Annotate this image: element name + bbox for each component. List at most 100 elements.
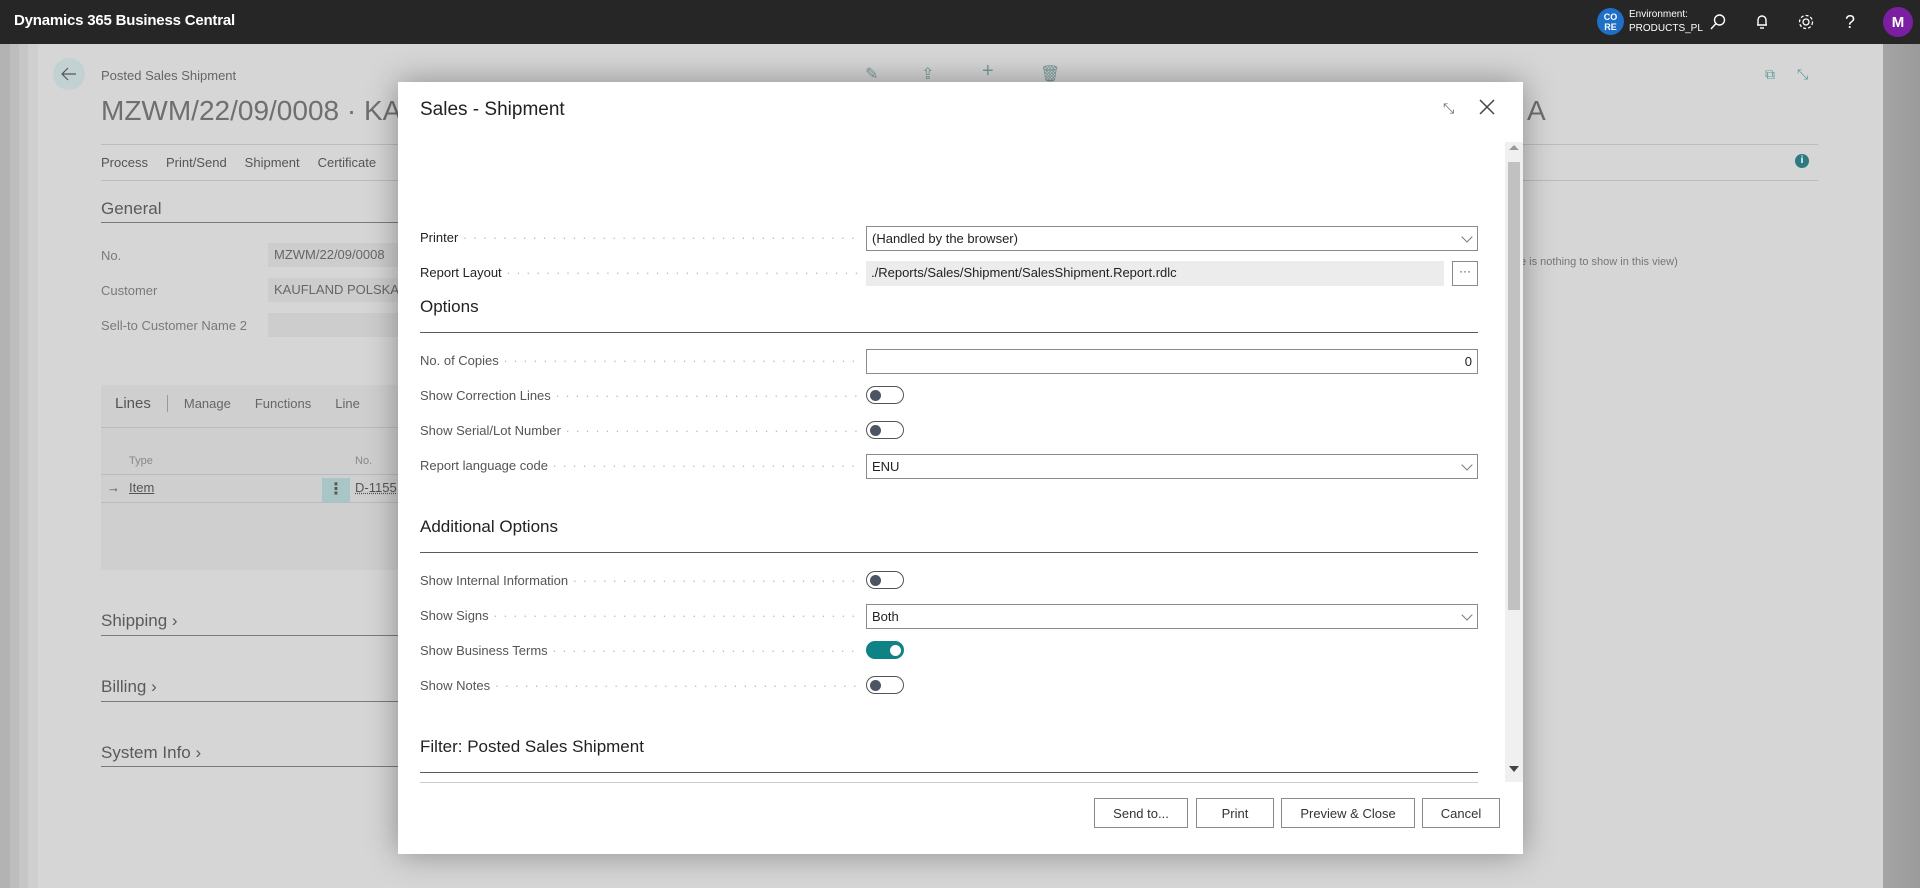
environment-badge[interactable]: CO RE [1597,8,1624,35]
chevron-down-icon [1461,231,1473,243]
breadcrumb: Posted Sales Shipment [101,68,237,83]
share-icon[interactable]: ⇪ [921,64,934,84]
top-bar: Dynamics 365 Business Central CO RE Envir… [0,0,1920,44]
lines-panel: Lines Manage Functions Line Type No. → I… [101,385,401,570]
gear-icon[interactable] [1794,10,1818,34]
environment-info[interactable]: Environment: PRODUCTS_PL [1629,8,1703,36]
notes-row: Show Notes [420,674,1478,700]
column-header-no[interactable]: No. [355,455,372,467]
environment-name: PRODUCTS_PL [1629,23,1703,34]
additional-options-heading: Additional Options [420,517,558,536]
divider [101,502,401,503]
divider [420,782,1478,783]
signs-select[interactable]: Both [866,604,1478,629]
factbox-empty-text: e is nothing to show in this view) [1520,256,1678,268]
internal-label: Show Internal Information [420,573,860,588]
delete-icon[interactable]: 🗑 [1040,64,1060,84]
correction-toggle[interactable] [866,386,904,404]
report-layout-label: Report Layout [420,265,860,280]
collapse-dialog-icon[interactable]: ⤡ [1443,100,1454,117]
open-new-window-icon[interactable]: ⧉ [1765,66,1775,83]
action-print-send[interactable]: Print/Send [166,155,227,170]
scroll-down-icon[interactable] [1509,766,1519,772]
language-row: Report language code ENU [420,454,1478,480]
language-label: Report language code [420,458,860,473]
section-general[interactable]: General [101,199,161,219]
field-label-name2: Sell-to Customer Name 2 [101,318,247,333]
dialog-body: Printer (Handled by the browser) Report … [398,142,1508,782]
lines-tab-functions[interactable]: Functions [255,396,311,411]
notes-toggle[interactable] [866,676,904,694]
language-select[interactable]: ENU [866,454,1478,479]
terms-row: Show Business Terms [420,639,1478,665]
correction-label: Show Correction Lines [420,388,860,403]
row-arrow-icon: → [107,480,120,495]
print-button[interactable]: Print [1196,798,1274,828]
serial-label: Show Serial/Lot Number [420,423,860,438]
scroll-thumb[interactable] [1508,162,1520,610]
correction-row: Show Correction Lines [420,384,1478,410]
action-bar: Process Print/Send Shipment Certificate [101,155,376,170]
page-shadow [1883,44,1920,888]
section-shipping[interactable]: Shipping › [101,611,178,631]
divider [101,635,401,636]
printer-row: Printer (Handled by the browser) [420,226,1478,252]
new-icon[interactable]: + [982,60,994,83]
terms-toggle[interactable] [866,641,904,659]
table-row-no[interactable]: D-1155 [355,480,397,495]
preview-close-button[interactable]: Preview & Close [1281,798,1415,828]
stacked-pages [0,44,38,888]
report-layout-value[interactable]: ./Reports/Sales/Shipment/SalesShipment.R… [866,261,1444,286]
collapse-icon[interactable]: ⤡ [1797,66,1808,83]
printer-select[interactable]: (Handled by the browser) [866,226,1478,251]
field-value-name2[interactable] [268,313,408,337]
notes-label: Show Notes [420,678,860,693]
chevron-down-icon [1461,459,1473,471]
action-shipment[interactable]: Shipment [245,155,300,170]
column-header-type[interactable]: Type [129,455,153,467]
search-icon[interactable] [1706,10,1730,34]
copies-row: No. of Copies 0 [420,349,1478,375]
chevron-down-icon [1461,609,1473,621]
help-icon[interactable]: ? [1838,10,1862,34]
cancel-button[interactable]: Cancel [1422,798,1500,828]
field-label-no: No. [101,248,122,263]
environment-label: Environment: [1629,9,1688,20]
copies-input[interactable]: 0 [866,349,1478,374]
options-heading: Options [420,297,479,316]
send-to-button[interactable]: Send to... [1094,798,1188,828]
lines-tab-manage[interactable]: Manage [184,396,231,411]
action-certificate[interactable]: Certificate [318,155,377,170]
dialog-scrollbar[interactable] [1505,142,1523,782]
serial-toggle[interactable] [866,421,904,439]
layout-lookup-button[interactable]: ··· [1452,261,1478,286]
field-value-customer[interactable]: KAUFLAND POLSKA M [268,278,408,302]
scroll-up-icon[interactable] [1509,145,1519,150]
row-menu-button[interactable]: ⋮ [322,478,350,503]
bell-icon[interactable] [1750,10,1774,34]
action-process[interactable]: Process [101,155,148,170]
divider [420,772,1478,773]
printer-label: Printer [420,230,860,245]
close-icon[interactable] [1476,96,1498,118]
field-value-no[interactable]: MZWM/22/09/0008 [268,243,408,267]
avatar[interactable]: M [1883,7,1913,37]
signs-label: Show Signs [420,608,860,623]
copies-label: No. of Copies [420,353,860,368]
info-icon[interactable]: i [1795,154,1809,168]
table-row-type[interactable]: Item [129,480,154,495]
section-billing[interactable]: Billing › [101,677,157,697]
field-label-customer: Customer [101,283,158,298]
divider [101,427,401,428]
lines-tab-line[interactable]: Line [335,396,360,411]
app-title[interactable]: Dynamics 365 Business Central [14,12,235,29]
internal-toggle[interactable] [866,571,904,589]
back-button[interactable] [53,58,85,90]
lines-title[interactable]: Lines [115,395,168,412]
signs-row: Show Signs Both [420,604,1478,630]
edit-icon[interactable]: ✎ [865,64,878,84]
divider [101,766,401,767]
divider [101,474,401,475]
section-system-info[interactable]: System Info › [101,743,201,763]
internal-row: Show Internal Information [420,569,1478,595]
